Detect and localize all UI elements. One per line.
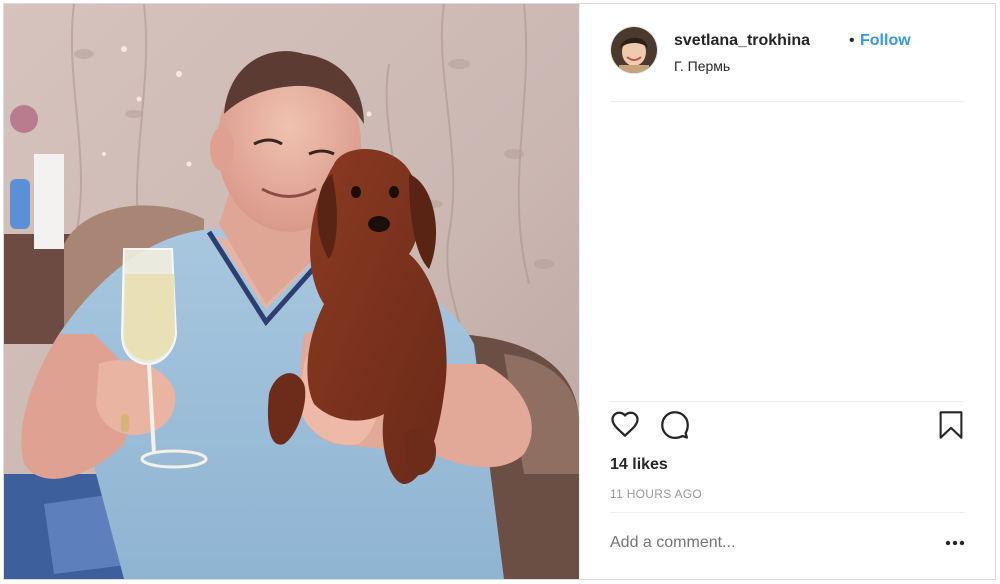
action-bar — [610, 410, 965, 444]
comment-divider — [610, 512, 964, 513]
photo-illustration — [4, 4, 579, 579]
heart-icon[interactable] — [610, 410, 642, 442]
likes-count[interactable]: 14 likes — [610, 456, 668, 474]
actions-divider — [610, 401, 964, 402]
post-timestamp[interactable]: 11 HOURS AGO — [610, 487, 702, 501]
separator-dot: • — [849, 32, 855, 49]
location-link[interactable]: Г. Пермь — [674, 58, 730, 74]
post-photo[interactable] — [4, 4, 579, 579]
post-sidebar: svetlana_trokhina • Follow Г. Пермь 14 l… — [579, 4, 995, 579]
post-card: svetlana_trokhina • Follow Г. Пермь 14 l… — [3, 3, 996, 580]
more-options-icon[interactable] — [944, 536, 966, 548]
comment-input[interactable] — [610, 534, 910, 552]
post-header: svetlana_trokhina • Follow Г. Пермь — [610, 26, 970, 76]
follow-button[interactable]: Follow — [860, 32, 911, 50]
comment-icon[interactable] — [660, 410, 692, 442]
bookmark-icon[interactable] — [937, 410, 969, 442]
avatar[interactable] — [610, 26, 658, 74]
username-link[interactable]: svetlana_trokhina — [674, 32, 810, 50]
header-divider — [610, 101, 964, 102]
